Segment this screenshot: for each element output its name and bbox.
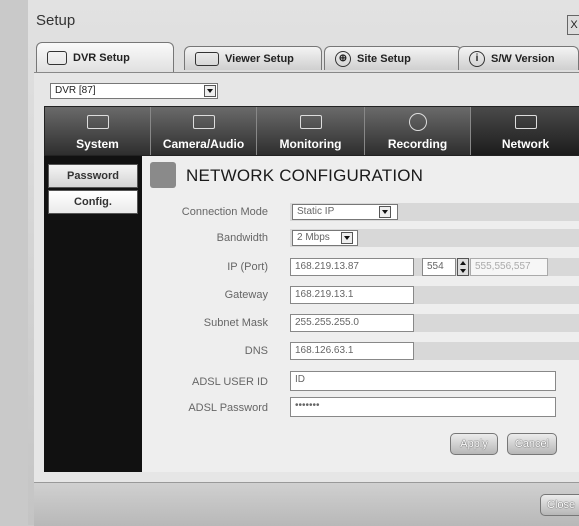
connection-mode-value: Static IP: [297, 206, 335, 217]
category-camera-audio[interactable]: Camera/Audio: [151, 107, 257, 155]
category-label: Network: [501, 137, 550, 151]
network-icon: [514, 115, 537, 129]
close-window-button[interactable]: X: [567, 15, 579, 35]
camera-audio-icon: [192, 115, 215, 129]
port-stepper[interactable]: [457, 258, 469, 276]
window-title: Setup: [36, 12, 76, 29]
tab-label: S/W Version: [491, 52, 555, 65]
extra-ports-field: 555,556,557: [470, 258, 548, 276]
bandwidth-label: Bandwidth: [216, 232, 268, 244]
network-icon: [150, 162, 176, 188]
chevron-down-icon: [341, 232, 353, 244]
ip-port-label: IP (Port): [227, 261, 268, 273]
category-label: Recording: [387, 137, 448, 151]
dns-label: DNS: [244, 345, 268, 357]
tab-label: Site Setup: [357, 52, 411, 65]
category-label: Monitoring: [279, 137, 342, 151]
close-button[interactable]: Close: [540, 494, 579, 516]
category-system[interactable]: System: [45, 107, 151, 155]
dvr-select-value: DVR [87]: [55, 85, 96, 96]
category-bar: System Camera/Audio Monitoring Recording…: [44, 106, 579, 156]
port-field[interactable]: 554: [422, 258, 456, 276]
category-monitoring[interactable]: Monitoring: [257, 107, 365, 155]
adsl-user-label: ADSL USER ID: [191, 376, 268, 388]
tab-label: DVR Setup: [73, 51, 130, 64]
connection-mode-label: Connection Mode: [181, 206, 268, 218]
tab-viewer-setup[interactable]: Viewer Setup: [184, 46, 322, 70]
sidebar-item-config[interactable]: Config.: [48, 190, 138, 214]
cancel-button[interactable]: Cancel: [507, 433, 557, 455]
adsl-user-field[interactable]: ID: [290, 371, 556, 391]
ip-address-field[interactable]: 168.219.13.87: [290, 258, 414, 276]
bandwidth-select[interactable]: 2 Mbps: [292, 230, 358, 246]
category-label: Camera/Audio: [162, 137, 245, 151]
category-recording[interactable]: Recording: [365, 107, 471, 155]
sidebar: Password Config.: [44, 156, 142, 472]
bottom-bar: [34, 482, 579, 526]
dvr-select[interactable]: DVR [87]: [50, 83, 218, 99]
tab-label: Viewer Setup: [225, 52, 294, 65]
bandwidth-value: 2 Mbps: [297, 232, 330, 243]
gateway-field[interactable]: 168.219.13.1: [290, 286, 414, 304]
subnet-mask-label: Subnet Mask: [203, 317, 268, 329]
category-label: System: [76, 137, 119, 151]
chevron-down-icon: [204, 85, 216, 97]
category-network[interactable]: Network: [471, 107, 579, 155]
tab-dvr-setup[interactable]: DVR Setup: [36, 42, 174, 72]
sidebar-item-password[interactable]: Password: [48, 164, 138, 188]
monitor-icon: [299, 115, 322, 129]
connection-mode-select[interactable]: Static IP: [292, 204, 398, 220]
adsl-password-label: ADSL Password: [188, 402, 268, 414]
viewer-icon: [195, 51, 219, 66]
gateway-label: Gateway: [224, 289, 268, 301]
recording-icon: [408, 113, 427, 131]
globe-icon: ⊕: [335, 50, 351, 67]
apply-button[interactable]: Apply: [450, 433, 498, 455]
dns-field[interactable]: 168.126.63.1: [290, 342, 414, 360]
adsl-password-field[interactable]: •••••••: [290, 397, 556, 417]
info-icon: i: [469, 50, 485, 67]
dvr-icon: [47, 50, 67, 65]
chevron-down-icon: [379, 206, 391, 218]
subnet-mask-field[interactable]: 255.255.255.0: [290, 314, 414, 332]
tab-site-setup[interactable]: ⊕ Site Setup: [324, 46, 462, 70]
system-icon: [86, 115, 109, 129]
tab-bar: DVR Setup Viewer Setup ⊕ Site Setup i S/…: [34, 42, 579, 72]
page-title: NETWORK CONFIGURATION: [186, 166, 424, 185]
tab-sw-version[interactable]: i S/W Version: [458, 46, 579, 70]
